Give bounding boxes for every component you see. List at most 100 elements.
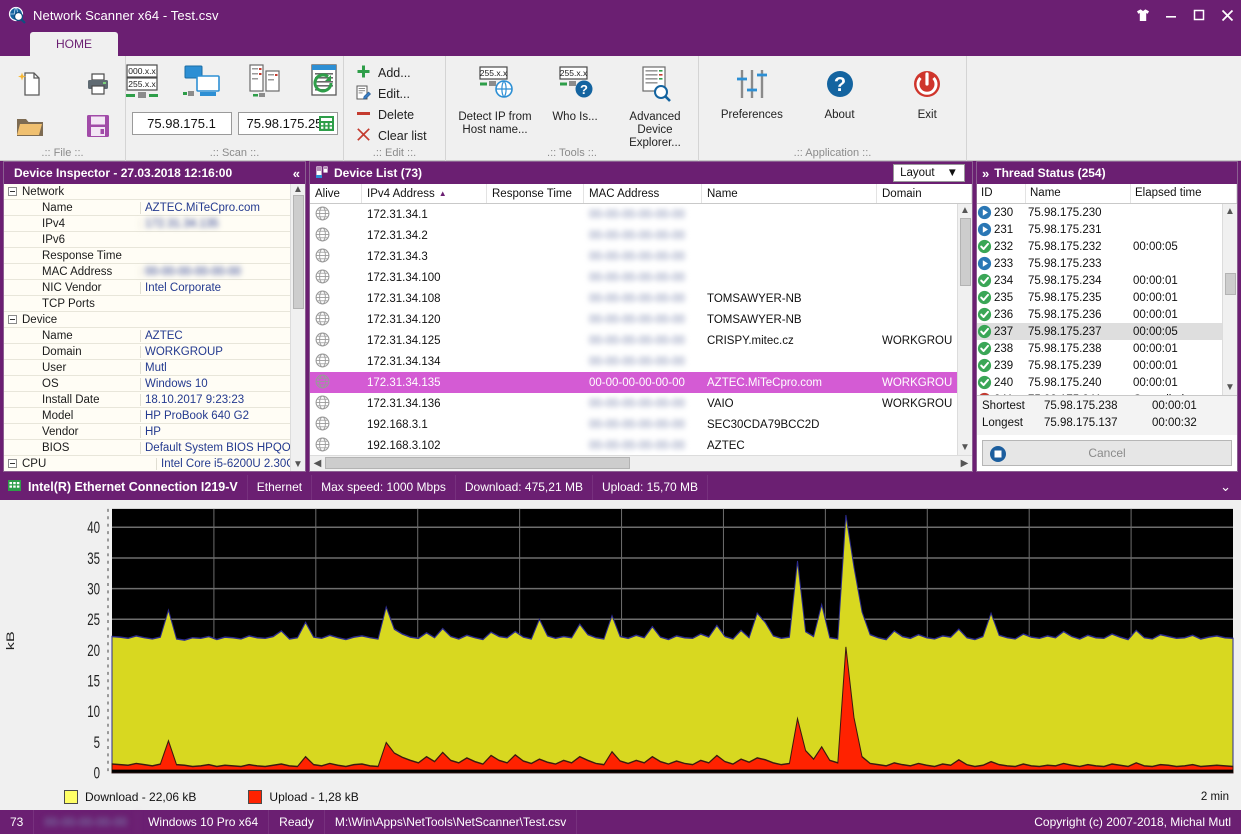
column-header-response-time[interactable]: Response Time [487,184,584,203]
expand-right-icon[interactable]: » [982,166,989,181]
detect-ip-button[interactable]: 255.x.x Detect IP from Host name... [458,64,532,137]
new-file-icon[interactable] [10,66,50,102]
column-header-domain[interactable]: Domain [877,184,972,203]
thread-status-column-headers[interactable]: IDNameElapsed time [977,184,1237,204]
ip-range-icon[interactable]: 000.x.x 255.x.x [117,62,167,104]
add-button[interactable]: Add... [352,62,418,83]
device-list-column-headers[interactable]: AliveIPv4 Address▲Response TimeMAC Addre… [310,184,972,204]
inspector-row[interactable]: OSWindows 10 [4,376,290,392]
scroll-up-icon[interactable]: ▲ [293,184,303,195]
minimize-icon[interactable] [1157,0,1185,30]
scroll-down-icon[interactable]: ▼ [1225,380,1235,395]
scroll-left-icon[interactable]: ◀ [310,458,325,469]
inspector-group-row[interactable]: Network [4,184,290,200]
thread-row[interactable]: 23975.98.175.23900:00:01 [977,357,1222,374]
inspector-row[interactable]: Install Date18.10.2017 9:23:23 [4,392,290,408]
thread-column-header-name[interactable]: Name [1026,184,1131,203]
tab-home[interactable]: HOME [30,32,118,56]
inspector-row[interactable]: IPv4172.31.34.135 [4,216,290,232]
thread-row[interactable]: 23475.98.175.23400:00:01 [977,272,1222,289]
thread-row[interactable]: 23375.98.175.233 [977,255,1222,272]
inspector-row[interactable]: DomainWORKGROUP [4,344,290,360]
thread-row[interactable]: 23075.98.175.230 [977,204,1222,221]
table-row[interactable]: 172.31.34.13500-00-00-00-00-00AZTEC.MiTe… [310,372,957,393]
inspector-row[interactable]: VendorHP [4,424,290,440]
thread-column-header-elapsed-time[interactable]: Elapsed time [1131,184,1237,203]
edit-button[interactable]: Edit... [352,83,417,104]
advanced-device-explorer-button[interactable]: Advanced Device Explorer... [618,64,692,150]
collapse-toggle-icon[interactable] [4,459,20,468]
inspector-row[interactable]: NameAZTEC.MiTeCpro.com [4,200,290,216]
who-is-button[interactable]: 255.x.x ? Who Is... [538,64,612,124]
thread-row[interactable]: 23875.98.175.23800:00:01 [977,340,1222,357]
thread-column-header-id[interactable]: ID [977,184,1026,203]
scan-range-to-input[interactable]: 75.98.175.254 [238,112,338,135]
thread-row[interactable]: 23675.98.175.23600:00:01 [977,306,1222,323]
exit-button[interactable]: Exit [888,64,966,122]
table-row[interactable]: 172.31.34.13400-00-00-00-00-00 [310,351,957,372]
table-row[interactable]: 172.31.34.12500-00-00-00-00-00CRISPY.mit… [310,330,957,351]
thread-row[interactable]: 23775.98.175.23700:00:05 [977,323,1222,340]
inspector-row[interactable]: ModelHP ProBook 640 G2 [4,408,290,424]
scroll-thumb[interactable] [293,195,304,309]
column-header-mac-address[interactable]: MAC Address [584,184,702,203]
cancel-button[interactable]: Cancel [982,440,1232,466]
thread-row[interactable]: 23175.98.175.231 [977,221,1222,238]
collapse-toggle-icon[interactable] [4,315,20,324]
table-row[interactable]: 172.31.34.100-00-00-00-00-00 [310,204,957,225]
thread-row[interactable]: 23575.98.175.23500:00:01 [977,289,1222,306]
delete-button[interactable]: Delete [352,104,421,125]
table-row[interactable]: 172.31.34.300-00-00-00-00-00 [310,246,957,267]
thread-row[interactable]: 23275.98.175.23200:00:05 [977,238,1222,255]
column-header-alive[interactable]: Alive [310,184,362,203]
inspector-row[interactable]: MAC Address00-00-00-00-00-00 [4,264,290,280]
print-icon[interactable] [78,66,118,102]
device-list-vscrollbar[interactable]: ▲ ▼ [957,204,972,455]
collapse-toggle-icon[interactable] [4,187,20,196]
scroll-up-icon[interactable]: ▲ [1225,204,1235,219]
thread-row[interactable]: 24075.98.175.24000:00:01 [977,374,1222,391]
table-row[interactable]: 192.168.3.10200-00-00-00-00-00AZTEC [310,435,957,455]
scroll-thumb[interactable] [1225,273,1236,295]
scroll-right-icon[interactable]: ▶ [957,458,972,469]
inspector-row[interactable]: BIOSDefault System BIOS HPQOE... [4,440,290,456]
scroll-thumb[interactable] [325,457,630,469]
scroll-down-icon[interactable]: ▼ [293,459,303,470]
scroll-up-icon[interactable]: ▲ [960,204,970,218]
tshirt-icon[interactable] [1129,0,1157,30]
maximize-icon[interactable] [1185,0,1213,30]
collapse-left-icon[interactable]: « [293,166,300,181]
table-row[interactable]: 192.168.3.100-00-00-00-00-00SEC30CDA79BC… [310,414,957,435]
about-button[interactable]: ? About [801,64,879,122]
inspector-group-row[interactable]: Device [4,312,290,328]
layout-button[interactable]: Layout ▼ [893,164,965,182]
save-icon[interactable] [78,108,118,144]
inspector-group-row[interactable]: CPUIntel Core i5-6200U 2.30GHz [4,456,290,471]
inspector-row[interactable]: NameAZTEC [4,328,290,344]
table-row[interactable]: 172.31.34.10800-00-00-00-00-00TOMSAWYER-… [310,288,957,309]
scan-range-from-input[interactable]: 75.98.175.1 [132,112,232,135]
close-icon[interactable] [1213,0,1241,30]
table-row[interactable]: 172.31.34.13600-00-00-00-00-00VAIOWORKGR… [310,393,957,414]
table-row[interactable]: 172.31.34.10000-00-00-00-00-00 [310,267,957,288]
scroll-thumb[interactable] [960,218,971,286]
subnet-calculator-icon[interactable] [318,115,335,135]
clear-list-button[interactable]: Clear list [352,125,434,146]
open-folder-icon[interactable] [10,108,50,144]
inspector-row[interactable]: IPv6 [4,232,290,248]
network-computers-icon[interactable] [179,62,229,104]
column-header-name[interactable]: Name [702,184,877,203]
preferences-button[interactable]: Preferences [713,64,791,122]
device-inspector-scrollbar[interactable]: ▲ ▼ [290,184,305,471]
servers-icon[interactable] [241,62,291,104]
device-list-hscrollbar[interactable]: ◀ ▶ [310,455,972,471]
scroll-down-icon[interactable]: ▼ [960,441,970,455]
table-row[interactable]: 172.31.34.200-00-00-00-00-00 [310,225,957,246]
thread-status-scrollbar[interactable]: ▲ ▼ [1222,204,1237,395]
inspector-row[interactable]: NIC VendorIntel Corporate [4,280,290,296]
inspector-row[interactable]: TCP Ports [4,296,290,312]
column-header-ipv4-address[interactable]: IPv4 Address▲ [362,184,487,203]
inspector-row[interactable]: Response Time [4,248,290,264]
inspector-row[interactable]: UserMutl [4,360,290,376]
chevron-down-icon[interactable]: ⌄ [1220,479,1231,495]
